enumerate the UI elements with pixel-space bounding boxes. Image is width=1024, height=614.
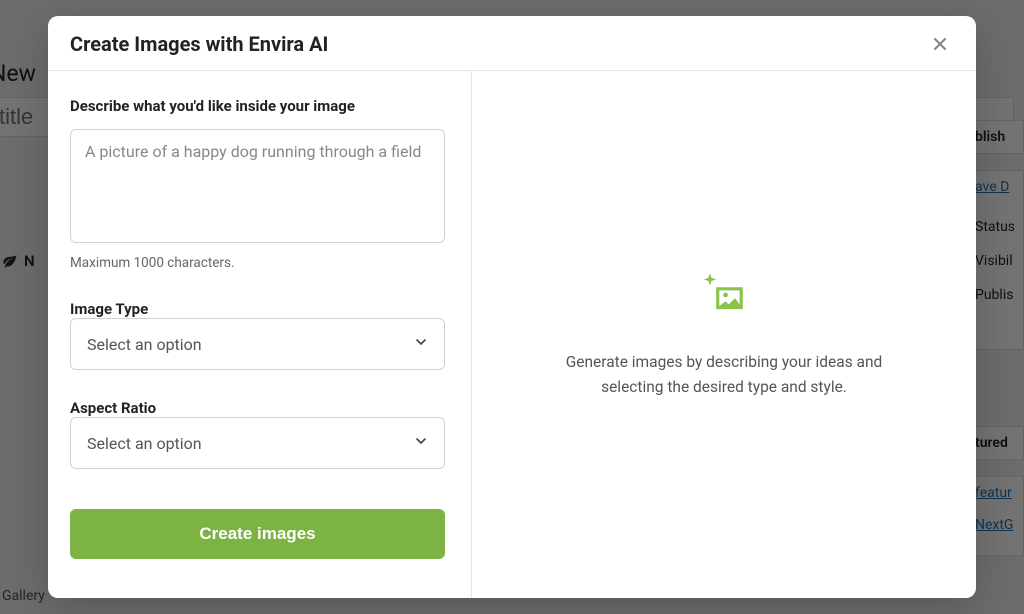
image-type-select[interactable]: Select an option (70, 318, 445, 370)
form-panel: Describe what you'd like inside your ima… (48, 71, 472, 598)
close-icon (930, 34, 950, 54)
image-type-group: Image Type Select an option (70, 299, 445, 370)
aspect-ratio-label: Aspect Ratio (70, 399, 156, 417)
describe-textarea[interactable] (70, 129, 445, 243)
modal-title: Create Images with Envira AI (70, 32, 328, 56)
preview-text: Generate images by describing your ideas… (554, 350, 894, 398)
aspect-ratio-select[interactable]: Select an option (70, 417, 445, 469)
modal-body: Describe what you'd like inside your ima… (48, 71, 976, 598)
aspect-ratio-group: Aspect Ratio Select an option (70, 398, 445, 469)
image-type-label: Image Type (70, 300, 148, 318)
close-button[interactable] (926, 30, 954, 58)
preview-panel: Generate images by describing your ideas… (472, 71, 976, 598)
describe-helper: Maximum 1000 characters. (70, 255, 445, 271)
sparkle-image-icon (699, 270, 749, 320)
describe-label: Describe what you'd like inside your ima… (70, 97, 445, 115)
create-images-modal: Create Images with Envira AI Describe wh… (48, 16, 976, 598)
modal-header: Create Images with Envira AI (48, 16, 976, 71)
create-images-button[interactable]: Create images (70, 509, 445, 559)
